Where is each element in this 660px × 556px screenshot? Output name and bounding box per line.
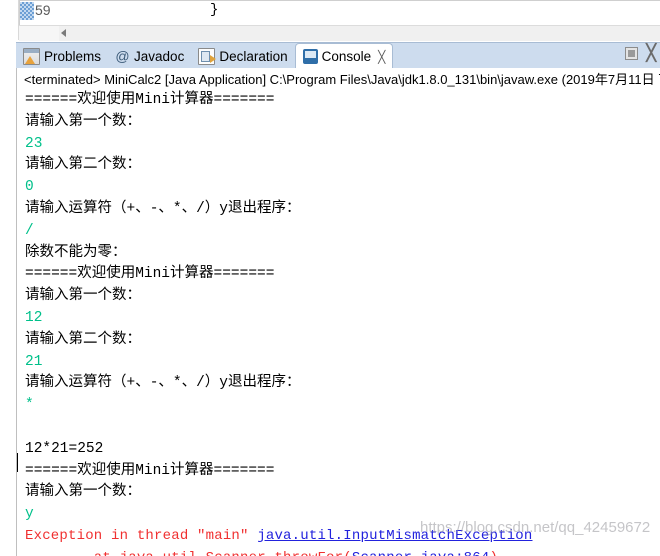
minimize-view-button[interactable] (625, 47, 639, 60)
left-arrow-icon[interactable] (61, 29, 66, 37)
tab-console[interactable]: Console ╳ (294, 43, 394, 69)
console-output-area[interactable]: ======欢迎使用Mini计算器======= 请输入第一个数： 23 请输入第二个… (16, 89, 660, 556)
tab-declaration[interactable]: Declaration (191, 43, 294, 69)
tab-javadoc-label: Javadoc (134, 48, 185, 64)
console-line: ======欢迎使用Mini计算器======= (25, 266, 275, 283)
console-line: y (25, 506, 34, 523)
console-line: 21 (25, 353, 43, 370)
javadoc-icon: @ (115, 47, 130, 64)
tab-problems[interactable]: Problems (16, 43, 108, 69)
stack-trace-line: at java.util.Scanner.throwFor(Scanner.ja… (25, 548, 660, 556)
console-line: 12*21=252 (25, 440, 104, 457)
stack-trace-line: Exception in thread "main" java.util.Inp… (25, 526, 660, 548)
scrollbar-thumb[interactable] (19, 26, 59, 41)
console-line: 请输入第二个数： (25, 157, 141, 174)
console-icon (302, 49, 318, 64)
console-line: 请输入第一个数： (25, 113, 141, 130)
editor-code-text: } (210, 2, 219, 18)
tab-javadoc[interactable]: @ Javadoc (108, 43, 191, 69)
editor-text-area[interactable]: 59 } (19, 0, 660, 27)
stack-trace-text: Exception in thread "main" (25, 527, 258, 544)
console-line: 请输入运算符（+、-、*、/）y退出程序： (25, 375, 301, 392)
stack-trace-text-tail: ) (489, 550, 498, 556)
close-view-icon[interactable]: ╳ (646, 46, 656, 62)
console-line: 请输入第一个数： (25, 288, 141, 305)
tab-close-icon[interactable]: ╳ (378, 50, 385, 64)
tabbar-actions: ╳ (625, 46, 656, 62)
console-line: ======欢迎使用Mini计算器======= (25, 92, 275, 108)
tab-list: Problems @ Javadoc Declaration Console ╳ (16, 43, 394, 69)
declaration-icon (198, 47, 217, 65)
console-line: 请输入第一个数： (25, 484, 141, 501)
tab-problems-label: Problems (44, 48, 102, 64)
tab-declaration-label: Declaration (219, 48, 288, 64)
console-text-container: ======欢迎使用Mini计算器======= 请输入第一个数： 23 请输入第二个… (25, 90, 660, 556)
console-line: * (25, 397, 34, 414)
editor-horizontal-scrollbar[interactable] (19, 25, 660, 41)
editor-line-number: 59 (35, 2, 51, 18)
stack-trace-link[interactable]: java.util.InputMismatchException (257, 528, 532, 544)
problems-icon (23, 47, 40, 65)
console-line: 请输入第二个数： (25, 331, 141, 348)
tab-console-label: Console (321, 49, 372, 64)
console-line: 12 (25, 309, 43, 326)
editor-strip: 59 } (0, 0, 660, 41)
line-marker-icon (20, 2, 34, 20)
view-left-edge (0, 40, 16, 556)
console-line: 请输入运算符（+、-、*、/）y退出程序： (25, 200, 301, 217)
launch-info-line: <terminated> MiniCalc2 [Java Application… (16, 68, 660, 89)
console-caret (17, 453, 18, 472)
console-line: / (25, 222, 34, 239)
console-line: 23 (25, 135, 43, 152)
console-view-tabbar: Problems @ Javadoc Declaration Console ╳… (16, 42, 660, 69)
editor-left-gutter (0, 0, 19, 40)
console-line: 除数不能为零： (25, 244, 127, 261)
console-line: 0 (25, 179, 34, 196)
console-line: ======欢迎使用Mini计算器======= (25, 462, 275, 479)
stack-trace-link[interactable]: Scanner.java:864 (352, 550, 490, 556)
stack-trace-text: at java.util.Scanner.throwFor( (25, 550, 352, 556)
